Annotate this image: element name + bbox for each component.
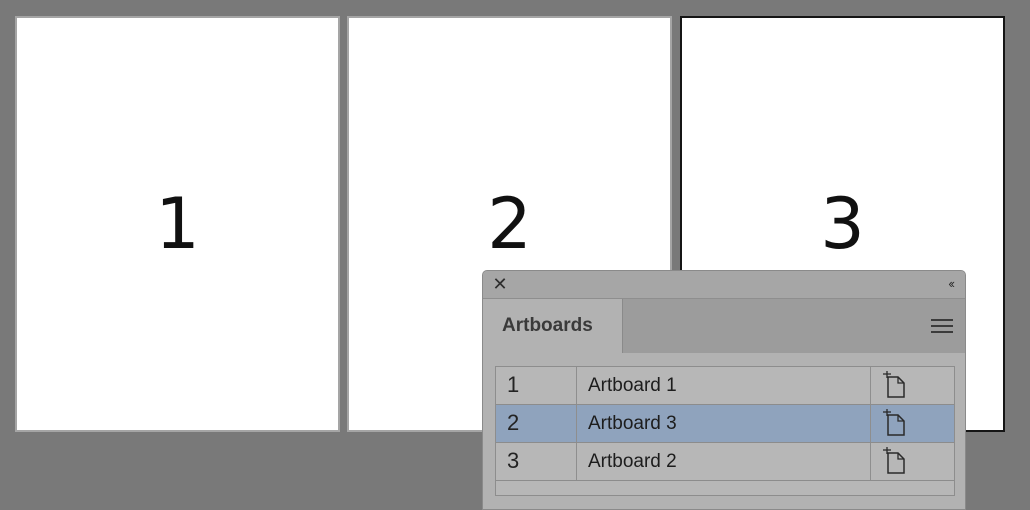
artboard-options-icon bbox=[883, 409, 905, 436]
artboard-index: 2 bbox=[507, 410, 520, 435]
artboard-options-button[interactable] bbox=[871, 443, 954, 480]
artboard-index: 3 bbox=[507, 448, 520, 473]
artboard-name-cell[interactable]: Artboard 3 bbox=[577, 405, 871, 442]
artboard-index-cell: 2 bbox=[496, 405, 577, 442]
hamburger-menu-icon[interactable] bbox=[931, 319, 953, 333]
panel-titlebar[interactable]: ✕ ‹‹ bbox=[483, 271, 965, 299]
close-icon[interactable]: ✕ bbox=[491, 275, 509, 293]
artboard-index: 1 bbox=[507, 372, 520, 397]
list-item[interactable]: 3 Artboard 2 bbox=[496, 443, 954, 481]
list-footer bbox=[496, 481, 954, 495]
artboard-name-cell[interactable]: Artboard 2 bbox=[577, 443, 871, 480]
artboard-1[interactable]: 1 bbox=[15, 16, 340, 432]
artboard-options-button[interactable] bbox=[871, 405, 954, 442]
artboard-options-icon bbox=[883, 371, 905, 398]
artboard-name: Artboard 2 bbox=[588, 451, 677, 472]
tab-label: Artboards bbox=[502, 315, 593, 336]
artboard-number: 2 bbox=[487, 183, 532, 265]
list-item[interactable]: 2 Artboard 3 bbox=[496, 405, 954, 443]
artboard-options-button[interactable] bbox=[871, 367, 954, 404]
artboard-name-cell[interactable]: Artboard 1 bbox=[577, 367, 871, 404]
panel-tabstrip: Artboards bbox=[483, 298, 965, 354]
panel-body: 1 Artboard 1 2 Artboard 3 3 Artboard 2 bbox=[483, 353, 965, 509]
artboard-options-icon bbox=[883, 447, 905, 474]
artboards-panel: ✕ ‹‹ Artboards 1 Artboard 1 2 Artboard 3… bbox=[482, 270, 966, 510]
artboard-number: 1 bbox=[155, 183, 200, 265]
tab-artboards[interactable]: Artboards bbox=[483, 299, 623, 354]
list-item[interactable]: 1 Artboard 1 bbox=[496, 367, 954, 405]
artboard-number: 3 bbox=[820, 183, 865, 265]
artboard-index-cell: 3 bbox=[496, 443, 577, 480]
artboard-name: Artboard 3 bbox=[588, 413, 677, 434]
collapse-panel-icon[interactable]: ‹‹ bbox=[948, 276, 955, 292]
artboard-name: Artboard 1 bbox=[588, 375, 677, 396]
artboard-index-cell: 1 bbox=[496, 367, 577, 404]
artboard-list: 1 Artboard 1 2 Artboard 3 3 Artboard 2 bbox=[495, 366, 955, 496]
